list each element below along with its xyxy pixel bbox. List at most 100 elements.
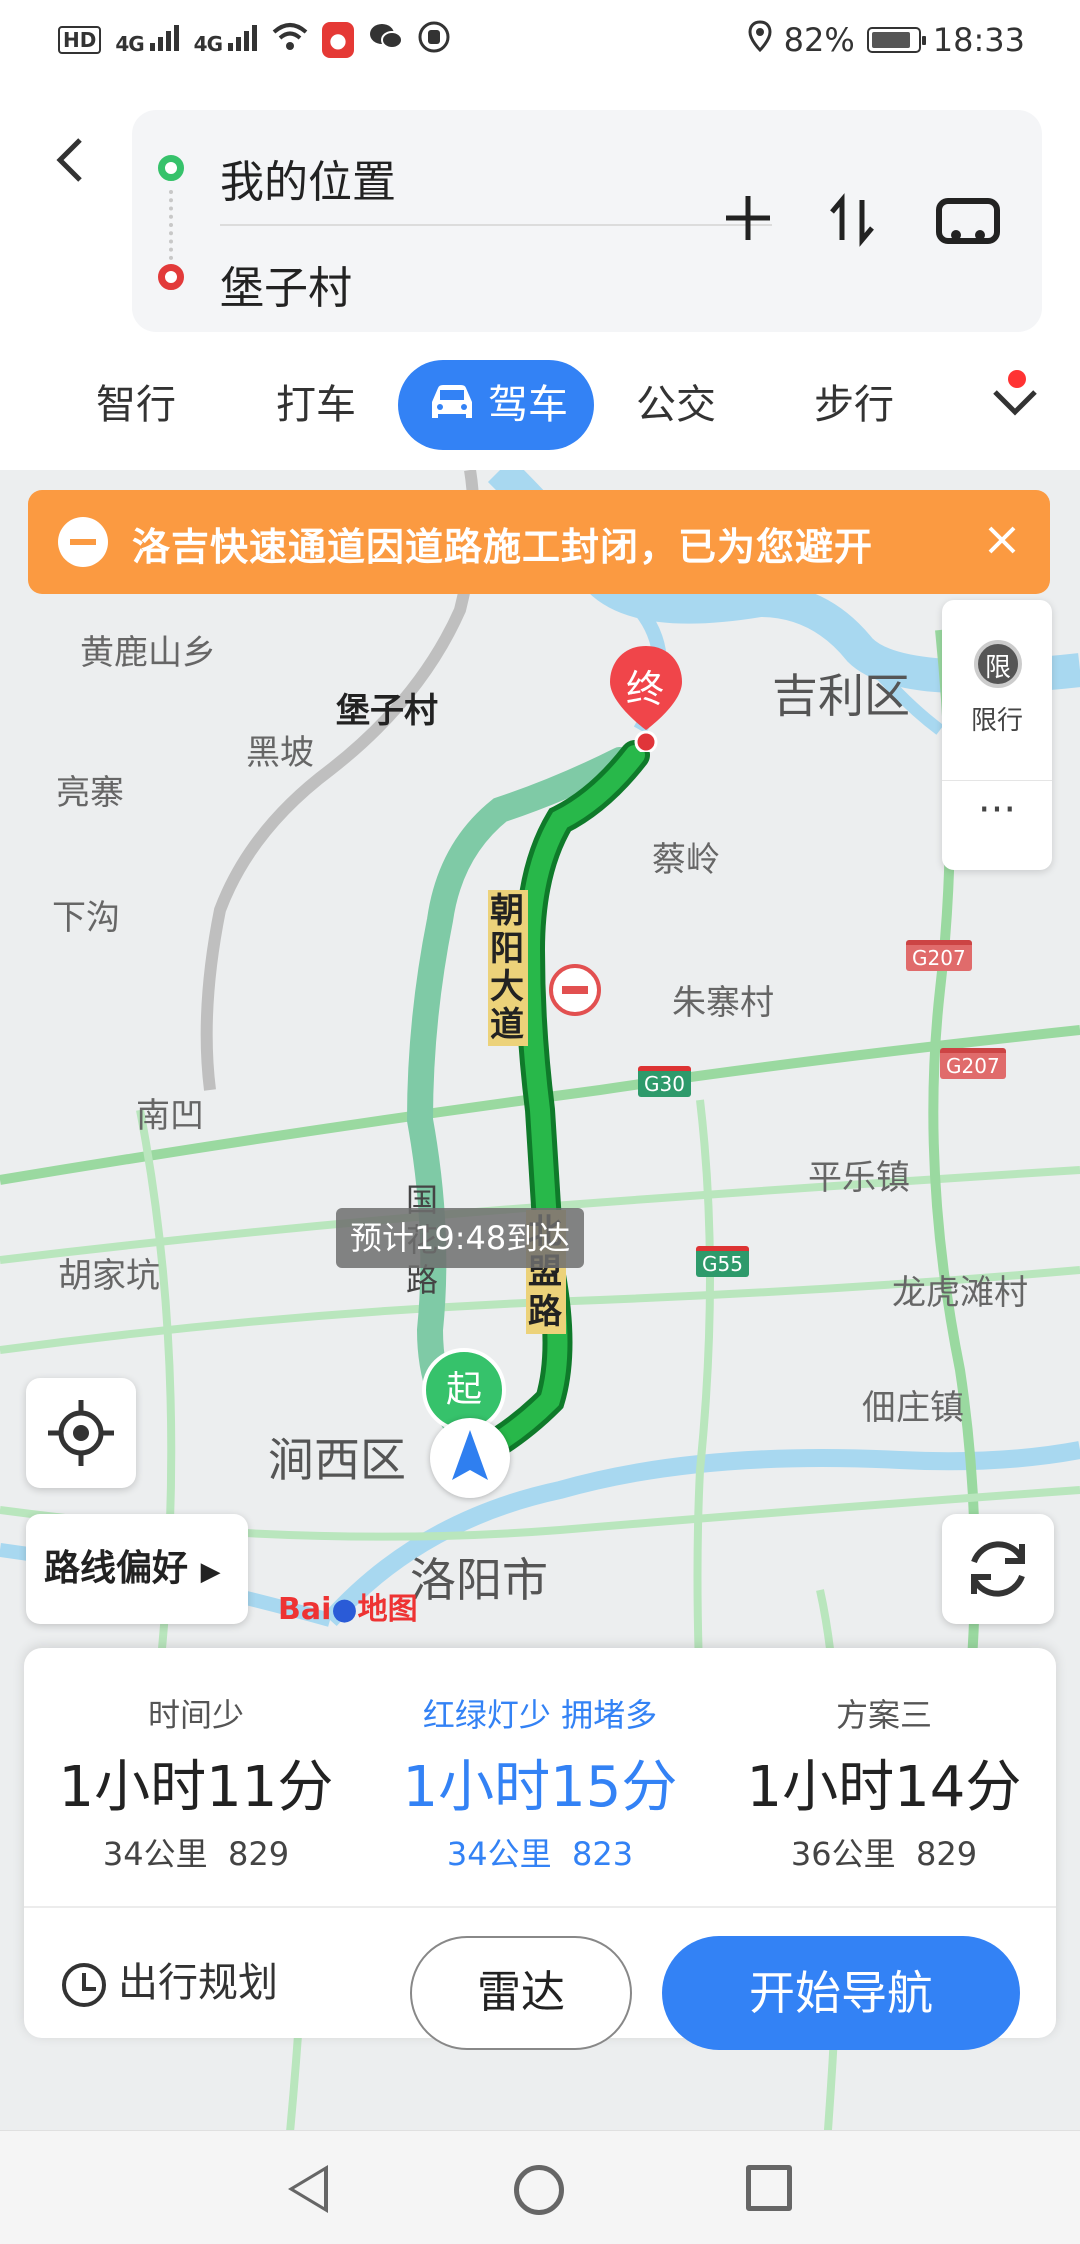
baidu-map-logo: Bai●地图 — [278, 1584, 418, 1628]
no-entry-icon — [58, 517, 108, 567]
place-label: 平乐镇 — [808, 1158, 910, 1198]
start-navigation-button[interactable]: 开始导航 — [662, 1936, 1020, 2050]
battery-icon — [866, 27, 926, 53]
plan-tag: 方案三 — [835, 1696, 932, 1734]
tab-drive[interactable]: 驾车 — [398, 360, 594, 450]
plan-meta: 34公里 829 — [24, 1829, 368, 1875]
travel-mode-tabs: 智行 打车 驾车 公交 步行 — [0, 360, 1080, 450]
clock-time: 18:33 — [932, 21, 1025, 59]
place-label: 涧西区 — [268, 1433, 406, 1487]
chevron-down-icon — [993, 390, 1037, 416]
status-bar: HD 4G 4G ● 82% 18:33 — [0, 0, 1080, 80]
traffic-restriction-label[interactable]: 限行 — [942, 700, 1052, 737]
route-plan-1[interactable]: 时间少 1小时11分 34公里 829 — [24, 1648, 368, 1875]
place-label: 南凹 — [136, 1096, 204, 1136]
start-dot-icon — [158, 155, 184, 181]
tab-drive-label: 驾车 — [488, 382, 568, 428]
signal-icon-1: 4G — [115, 24, 179, 56]
swap-icon — [830, 193, 874, 247]
route-plan-3[interactable]: 方案三 1小时14分 36公里 829 — [712, 1648, 1056, 1875]
plan-lights: 29 — [936, 1835, 978, 1873]
plan-lights: 23 — [592, 1835, 634, 1873]
road-closure-notice[interactable]: 洛吉快速通道因道路施工封闭，已为您避开 — [28, 490, 1050, 594]
microphone-icon: ● — [321, 22, 354, 58]
play-arrow-icon: ▶ — [200, 1557, 221, 1587]
end-dot-icon — [158, 264, 184, 290]
more-tools-button[interactable]: ··· — [942, 780, 1052, 833]
traffic-light-icon: 8 — [572, 1835, 593, 1873]
signal-icon-2: 4G — [193, 24, 258, 56]
card-divider — [24, 1906, 1056, 1908]
notice-text: 洛吉快速通道因道路施工封闭，已为您避开 — [132, 525, 874, 569]
place-label: 吉利区 — [772, 669, 910, 723]
place-label: 下沟 — [52, 898, 120, 938]
plan-distance: 36公里 — [790, 1835, 896, 1873]
route-preference-label: 路线偏好 — [44, 1548, 189, 1589]
radar-button[interactable]: 雷达 — [410, 1936, 632, 2050]
trip-plan-label: 出行规划 — [118, 1960, 278, 2006]
traffic-restriction-icon[interactable]: 限 — [974, 640, 1022, 688]
system-back-icon[interactable] — [288, 2165, 328, 2213]
chevron-left-icon — [56, 138, 82, 182]
system-recents-icon[interactable] — [746, 2165, 792, 2211]
plan-tag: 时间少 — [147, 1696, 244, 1734]
destination-field[interactable]: 堡子村 — [220, 252, 352, 316]
vehicle-settings-button[interactable] — [936, 198, 1000, 244]
plus-icon — [726, 196, 770, 240]
hand-icon — [418, 21, 450, 59]
highway-shield: G207 — [940, 1048, 1006, 1079]
tab-taxi[interactable]: 打车 — [276, 360, 356, 450]
more-modes-button[interactable] — [980, 370, 1050, 440]
plan-distance: 34公里 — [446, 1835, 552, 1873]
route-input-box: 我的位置 堡子村 — [132, 110, 1042, 332]
place-label: 亮寨 — [56, 773, 124, 813]
place-label: 黑坡 — [246, 733, 314, 773]
plan-duration: 1小时14分 — [746, 1755, 1022, 1820]
place-label: 朱寨村 — [672, 983, 774, 1023]
close-notice-button[interactable] — [982, 510, 1022, 582]
place-label: 龙虎滩村 — [892, 1273, 1028, 1313]
destination-marker[interactable]: 终 — [604, 642, 688, 754]
crosshair-icon — [48, 1400, 114, 1466]
network-type-2: 4G — [193, 31, 223, 56]
plan-lights: 29 — [248, 1835, 290, 1873]
plan-tag: 红绿灯少 拥堵多 — [422, 1696, 658, 1734]
tab-walk[interactable]: 步行 — [814, 360, 894, 450]
refresh-route-button[interactable] — [942, 1514, 1054, 1624]
location-icon — [748, 20, 772, 60]
route-options-card: 时间少 1小时11分 34公里 829 红绿灯少 拥堵多 1小时15分 34公里… — [24, 1648, 1056, 2050]
wifi-icon — [272, 22, 308, 58]
place-label: 堡子村 — [336, 691, 438, 731]
baidu-logo-text: Bai — [278, 1592, 332, 1627]
system-navigation-bar — [0, 2130, 1080, 2244]
end-marker-text: 终 — [626, 667, 665, 711]
dotted-connector — [169, 190, 173, 260]
highway-shield: G30 — [638, 1066, 691, 1097]
highway-shield: G207 — [906, 940, 972, 971]
highway-shield: G55 — [696, 1246, 749, 1277]
add-waypoint-button[interactable] — [718, 188, 778, 248]
system-home-icon[interactable] — [514, 2165, 564, 2215]
wechat-icon — [368, 22, 404, 58]
baidu-logo-suffix: 地图 — [357, 1592, 418, 1627]
battery-percent: 82% — [783, 21, 855, 59]
network-type-1: 4G — [115, 31, 144, 56]
status-left: HD 4G 4G ● — [58, 18, 450, 62]
swap-route-button[interactable] — [822, 190, 882, 250]
car-plate-icon — [951, 230, 985, 240]
route-plan-2[interactable]: 红绿灯少 拥堵多 1小时15分 34公里 823 — [368, 1648, 712, 1875]
place-label: 黄鹿山乡 — [80, 633, 216, 673]
car-icon — [432, 385, 472, 418]
place-label: 洛阳市 — [410, 1553, 548, 1607]
map-tools-panel: 限 限行 ··· — [942, 600, 1052, 870]
start-location-field[interactable]: 我的位置 — [220, 146, 396, 210]
tab-smart[interactable]: 智行 — [96, 360, 176, 450]
route-preference-button[interactable]: 路线偏好 ▶ — [26, 1514, 248, 1624]
back-button[interactable] — [50, 130, 100, 190]
plan-duration: 1小时15分 — [402, 1755, 678, 1820]
place-label: 蔡岭 — [652, 840, 720, 880]
tab-transit[interactable]: 公交 — [636, 360, 716, 450]
trip-plan-button[interactable]: 出行规划 — [62, 1938, 278, 2028]
locate-me-button[interactable] — [26, 1378, 136, 1488]
eta-label: 预计19:48到达 — [336, 1208, 585, 1268]
